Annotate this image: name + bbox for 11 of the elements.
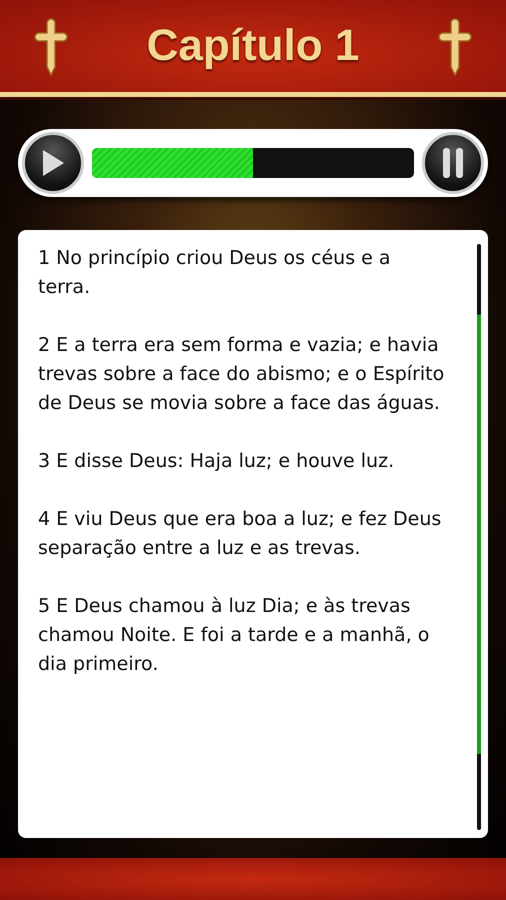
verse-text: 2 E a terra era sem forma e vazia; e havia trevas sobre a face do abismo; e o Espírito de Deus se movia sobre a face das águas. — [38, 333, 446, 416]
verse-text: 1 No princípio criou Deus os céus e a terra. — [38, 246, 392, 300]
verse-text: 4 E viu Deus que era boa a luz; e fez Deus separação entre a luz e as trevas. — [38, 507, 442, 561]
verse-text: 5 E Deus chamou à luz Dia; e às trevas chamou Noite. E foi a tarde e a manhã, o dia primeiro. — [38, 594, 430, 677]
progress-track[interactable] — [92, 148, 414, 178]
verse-text: 3 E disse Deus: Haja luz; e houve luz. — [38, 449, 396, 474]
pause-button[interactable] — [422, 132, 484, 194]
chapter-title: Capítulo 1 — [146, 21, 360, 71]
play-icon — [40, 148, 66, 178]
pause-icon — [441, 147, 465, 179]
play-button[interactable] — [22, 132, 84, 194]
